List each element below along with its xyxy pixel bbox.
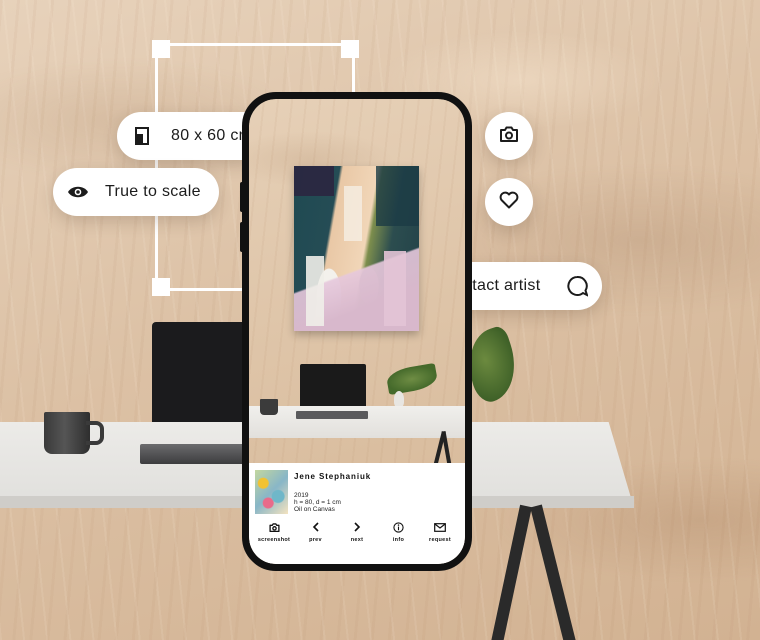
camera-button[interactable] — [485, 112, 533, 160]
artwork-medium: Oil on Canvas — [294, 506, 335, 513]
screen-laptop-base — [296, 411, 368, 419]
favorite-button[interactable] — [485, 178, 533, 226]
artist-name: Jene Stephaniuk — [294, 472, 372, 481]
artwork-thumbnail[interactable] — [255, 470, 288, 514]
chat-bubble-icon — [566, 275, 588, 297]
background-table-leg — [491, 504, 532, 640]
envelope-icon — [434, 521, 446, 533]
screenshot-label: screenshot — [257, 537, 291, 543]
info-label: info — [392, 537, 405, 543]
prev-label: prev — [309, 537, 322, 543]
chevron-right-icon — [353, 521, 361, 533]
artwork-info-panel: Jene Stephaniuk 2019 h = 80, d = 1 cm Oi… — [249, 463, 465, 564]
action-toolbar: screenshot prev next info request — [255, 521, 459, 543]
artwork-size-label: 80 x 60 cm — [171, 127, 253, 144]
request-button[interactable]: request — [421, 521, 459, 543]
background-laptop-base — [140, 444, 250, 464]
camera-icon — [499, 126, 519, 147]
phone-mockup: Jene Stephaniuk 2019 h = 80, d = 1 cm Oi… — [242, 92, 472, 571]
heart-icon — [499, 191, 519, 214]
prev-button[interactable]: prev — [297, 521, 335, 543]
next-label: next — [350, 537, 364, 543]
request-label: request — [429, 537, 451, 543]
background-mug — [44, 412, 104, 454]
info-button[interactable]: info — [380, 521, 418, 543]
true-to-scale-button[interactable]: True to scale — [53, 168, 219, 216]
eye-icon — [67, 185, 89, 199]
true-to-scale-label: True to scale — [105, 183, 201, 200]
background-table-leg — [530, 504, 576, 640]
frame-size-icon — [135, 127, 149, 145]
next-button[interactable]: next — [338, 521, 376, 543]
info-icon — [393, 521, 404, 533]
artwork-preview — [294, 166, 419, 331]
camera-icon — [268, 521, 280, 533]
screen-plant — [385, 362, 439, 396]
chevron-left-icon — [312, 521, 320, 533]
screenshot-button[interactable]: screenshot — [255, 521, 293, 543]
screen-vase — [394, 391, 404, 407]
ar-camera-view: Jene Stephaniuk 2019 h = 80, d = 1 cm Oi… — [249, 99, 465, 564]
screen-mug — [260, 399, 278, 415]
